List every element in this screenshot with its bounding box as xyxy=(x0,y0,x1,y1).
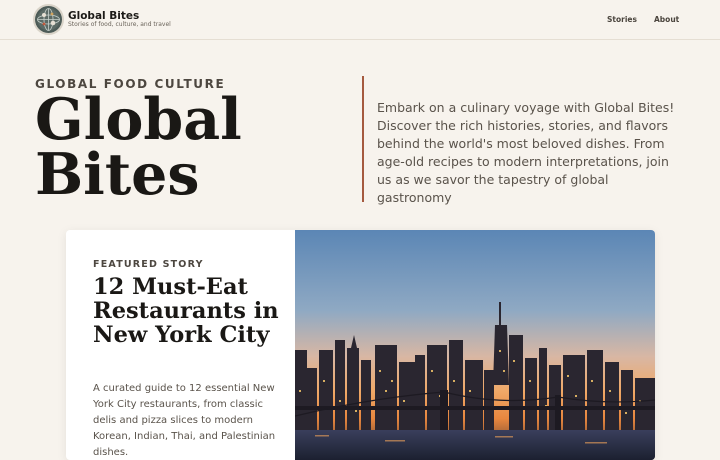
featured-story-description: A curated guide to 12 essential New York… xyxy=(93,383,276,458)
hero-description: Embark on a culinary voyage with Global … xyxy=(377,100,675,205)
hero-divider xyxy=(362,76,364,202)
new-york-skyline-image[interactable] xyxy=(295,230,655,460)
hero-title: Global Bites xyxy=(35,86,242,208)
site-tagline: Stories of food, culture, and travel xyxy=(68,21,171,28)
featured-story-text: FEATURED STORY 12 Must-Eat Restaurants i… xyxy=(66,230,295,460)
site-header: Global Bites Stories of food, culture, a… xyxy=(0,0,720,40)
featured-story-card[interactable]: FEATURED STORY 12 Must-Eat Restaurants i… xyxy=(66,230,655,460)
featured-story-eyebrow: FEATURED STORY xyxy=(93,259,204,270)
nav-about-link[interactable]: About xyxy=(654,15,679,24)
nav-stories-link[interactable]: Stories xyxy=(607,15,637,24)
globe-logo-icon[interactable] xyxy=(35,6,62,33)
featured-story-title[interactable]: 12 Must-Eat Restaurants in New York City xyxy=(93,275,288,347)
